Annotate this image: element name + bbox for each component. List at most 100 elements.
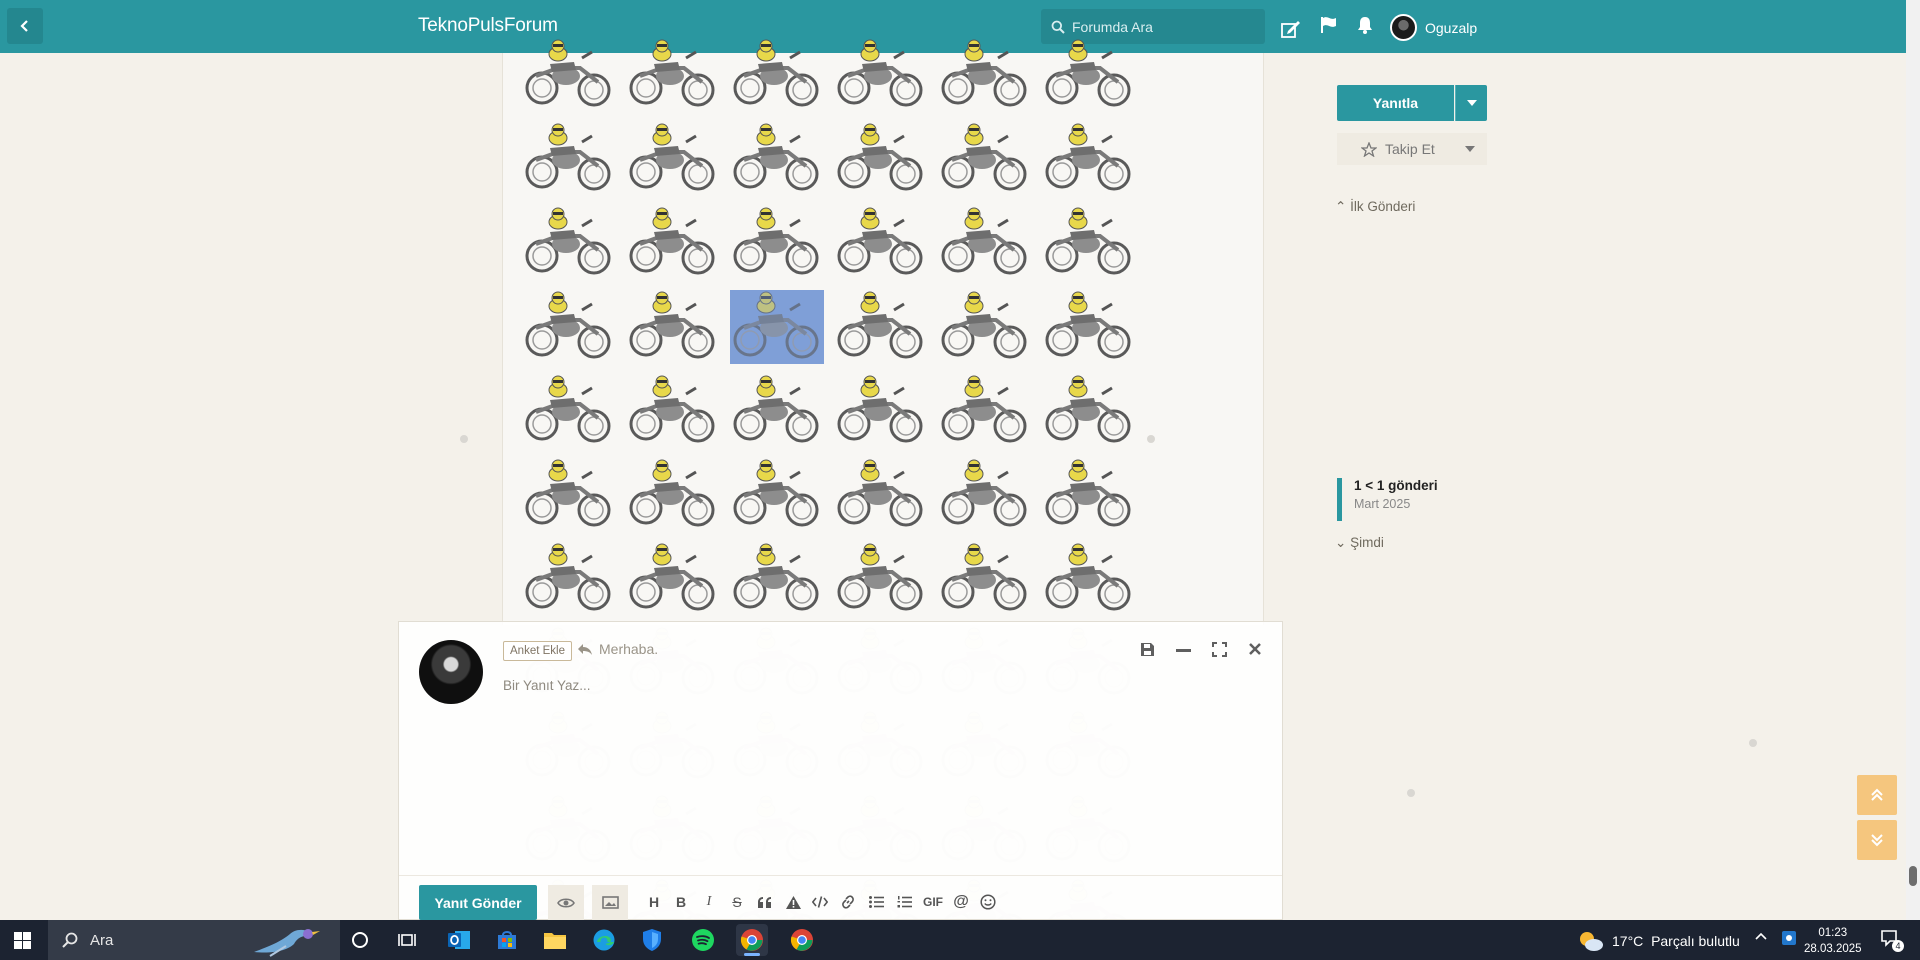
- motorcycle-image[interactable]: [1042, 38, 1136, 112]
- post-timeline[interactable]: 1 < 1 gönderi Mart 2025: [1337, 478, 1438, 521]
- motorcycle-image[interactable]: [522, 374, 616, 448]
- chevron-up-icon[interactable]: [1755, 932, 1767, 940]
- motorcycle-image[interactable]: [730, 38, 824, 112]
- motorcycle-image[interactable]: [938, 290, 1032, 364]
- motorcycle-image[interactable]: [522, 122, 616, 196]
- page-scrollbar[interactable]: [1906, 0, 1920, 920]
- now-link[interactable]: ⌄ Şimdi: [1335, 535, 1384, 551]
- motorcycle-image[interactable]: [730, 206, 824, 280]
- motorcycle-image[interactable]: [1042, 206, 1136, 280]
- save-draft-icon[interactable]: [1140, 642, 1155, 657]
- motorcycle-image[interactable]: [730, 122, 824, 196]
- motorcycle-image[interactable]: [522, 458, 616, 532]
- unordered-list-tool[interactable]: [865, 891, 887, 913]
- motorcycle-image[interactable]: [626, 206, 720, 280]
- motorcycle-image[interactable]: [626, 374, 720, 448]
- image-upload-button[interactable]: [592, 885, 628, 920]
- motorcycle-image[interactable]: [730, 458, 824, 532]
- bell-icon[interactable]: [1357, 16, 1373, 34]
- first-post-link[interactable]: ⌃ İlk Gönderi: [1335, 199, 1415, 215]
- motorcycle-image[interactable]: [834, 206, 928, 280]
- italic-tool[interactable]: I: [698, 891, 720, 913]
- bold-tool[interactable]: B: [670, 891, 692, 913]
- chrome-app-active[interactable]: [736, 924, 768, 956]
- motorcycle-image[interactable]: [522, 290, 616, 364]
- motorcycle-image[interactable]: [834, 122, 928, 196]
- new-post-icon[interactable]: [1281, 20, 1301, 38]
- minimize-icon[interactable]: [1176, 649, 1191, 653]
- warning-tool[interactable]: [782, 891, 804, 913]
- motorcycle-image[interactable]: [730, 290, 824, 364]
- motorcycle-image[interactable]: [938, 374, 1032, 448]
- store-app[interactable]: [491, 924, 523, 956]
- scroll-top-button[interactable]: [1857, 775, 1897, 815]
- scroll-bottom-button[interactable]: [1857, 820, 1897, 860]
- motorcycle-image[interactable]: [834, 38, 928, 112]
- motorcycle-image[interactable]: [730, 542, 824, 616]
- motorcycle-image[interactable]: [834, 542, 928, 616]
- scrollbar-thumb[interactable]: [1909, 866, 1917, 886]
- motorcycle-image[interactable]: [626, 458, 720, 532]
- mention-tool[interactable]: @: [950, 891, 972, 913]
- fullscreen-icon[interactable]: [1212, 642, 1227, 657]
- reply-button[interactable]: Yanıtla: [1337, 85, 1454, 121]
- motorcycle-image[interactable]: [1042, 374, 1136, 448]
- reply-options-button[interactable]: [1455, 85, 1487, 121]
- flag-icon[interactable]: [1320, 16, 1338, 34]
- caret-down-icon[interactable]: [1465, 146, 1475, 152]
- taskbar-search[interactable]: Ara: [48, 920, 340, 960]
- emoji-tool[interactable]: [977, 891, 999, 913]
- site-logo[interactable]: TeknoPulsForum: [418, 15, 558, 37]
- user-menu[interactable]: Oguzalp: [1390, 14, 1477, 41]
- motorcycle-image[interactable]: [1042, 122, 1136, 196]
- back-button[interactable]: [7, 8, 43, 44]
- chrome-profile-app[interactable]: [786, 924, 818, 956]
- motorcycle-image[interactable]: [522, 542, 616, 616]
- heading-tool[interactable]: H: [643, 891, 665, 913]
- motorcycle-image[interactable]: [834, 374, 928, 448]
- outlook-app[interactable]: [443, 924, 475, 956]
- close-icon[interactable]: [1248, 642, 1262, 656]
- motorcycle-image[interactable]: [938, 38, 1032, 112]
- send-reply-button[interactable]: Yanıt Gönder: [419, 885, 537, 920]
- motorcycle-image[interactable]: [730, 374, 824, 448]
- preview-button[interactable]: [548, 885, 584, 920]
- notification-center-button[interactable]: 4: [1880, 929, 1904, 952]
- motorcycle-image[interactable]: [626, 542, 720, 616]
- motorcycle-image[interactable]: [626, 122, 720, 196]
- motorcycle-image[interactable]: [626, 290, 720, 364]
- code-tool[interactable]: [809, 891, 831, 913]
- motorcycle-image[interactable]: [522, 206, 616, 280]
- gif-tool[interactable]: GIF: [920, 891, 946, 913]
- defender-app[interactable]: [636, 924, 668, 956]
- motorcycle-image[interactable]: [938, 458, 1032, 532]
- security-tray-icon[interactable]: [1781, 930, 1797, 946]
- file-explorer-app[interactable]: [539, 924, 571, 956]
- motorcycle-image[interactable]: [834, 290, 928, 364]
- link-tool[interactable]: [837, 891, 859, 913]
- first-post-label: İlk Gönderi: [1350, 199, 1416, 214]
- reply-textarea[interactable]: Bir Yanıt Yaz...: [503, 678, 591, 693]
- motorcycle-image[interactable]: [938, 206, 1032, 280]
- motorcycle-image[interactable]: [626, 38, 720, 112]
- motorcycle-image[interactable]: [834, 458, 928, 532]
- motorcycle-image[interactable]: [1042, 458, 1136, 532]
- follow-button[interactable]: Takip Et: [1337, 133, 1487, 165]
- spotify-app[interactable]: [687, 924, 719, 956]
- widgets-button[interactable]: [391, 924, 423, 956]
- weather-widget[interactable]: 17°C Parçalı bulutlu: [1578, 930, 1740, 952]
- windows-start-icon[interactable]: [14, 932, 31, 949]
- reply-to-link[interactable]: Merhaba.: [577, 641, 658, 657]
- quote-tool[interactable]: [754, 891, 776, 913]
- motorcycle-image[interactable]: [938, 122, 1032, 196]
- add-poll-button[interactable]: Anket Ekle: [503, 641, 572, 661]
- motorcycle-image[interactable]: [1042, 290, 1136, 364]
- motorcycle-image[interactable]: [1042, 542, 1136, 616]
- motorcycle-image[interactable]: [522, 38, 616, 112]
- strikethrough-tool[interactable]: S: [726, 891, 748, 913]
- edge-app[interactable]: [588, 924, 620, 956]
- system-clock[interactable]: 01:23 28.03.2025: [1804, 925, 1862, 957]
- task-view-button[interactable]: [344, 924, 376, 956]
- motorcycle-image[interactable]: [938, 542, 1032, 616]
- ordered-list-tool[interactable]: [893, 891, 915, 913]
